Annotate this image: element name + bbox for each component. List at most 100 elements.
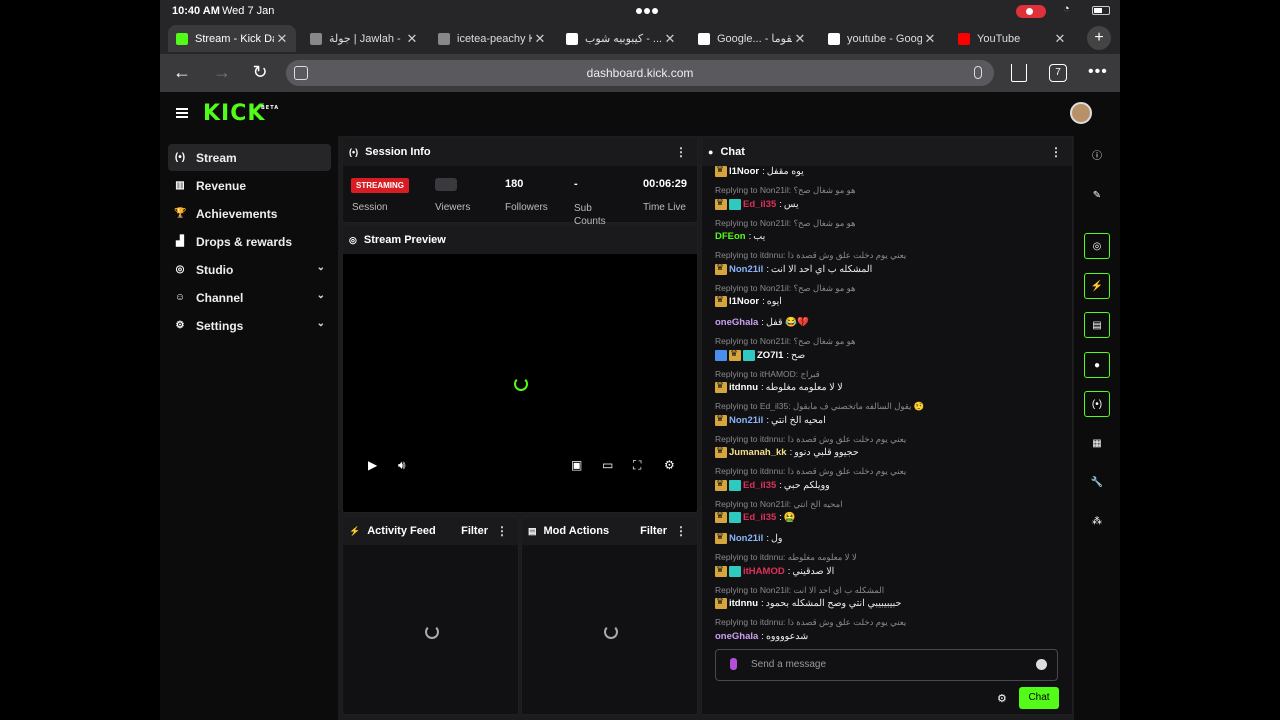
reply-context[interactable]: Replying to itHAMOD: قبراج: [715, 369, 1055, 381]
browser-tab[interactable]: youtube - Google Search✕: [820, 25, 944, 52]
reply-context[interactable]: Replying to Non21il: هو مو شغال صح؟: [715, 185, 1055, 197]
kebab-menu-icon[interactable]: ⋮: [496, 524, 508, 538]
wrench-icon[interactable]: 🔧: [1084, 470, 1110, 496]
sidebar-item-channel[interactable]: ☺ Channel ⌄: [168, 284, 331, 311]
theater-mode-icon[interactable]: ▭: [602, 458, 613, 472]
document-icon[interactable]: ▤: [1084, 312, 1110, 338]
reply-context[interactable]: Replying to Ed_il35: يقول السالفه ماتخصن…: [715, 401, 1055, 413]
browser-tab[interactable]: كيبوبيه شوب - ... ✕: [558, 25, 684, 52]
chat-username[interactable]: Ed_il35: [743, 512, 776, 523]
chevron-down-icon[interactable]: ⌄: [317, 318, 325, 329]
sidebar-item-drops-rewards[interactable]: ▟ Drops & rewards: [168, 228, 331, 255]
pip-icon[interactable]: ▣: [571, 458, 582, 472]
microphone-icon[interactable]: [974, 66, 982, 79]
reply-context[interactable]: Replying to Non21il: امحيه الخ انتي: [715, 499, 1055, 511]
address-bar[interactable]: dashboard.kick.com: [286, 60, 994, 86]
share-icon[interactable]: [1011, 64, 1027, 82]
back-arrow-icon[interactable]: ←: [170, 62, 194, 84]
reply-context[interactable]: Replying to itdnnu: يعني يوم دخلت علق وش…: [715, 617, 1055, 629]
chat-username[interactable]: Ed_il35: [743, 199, 776, 210]
dots-icon[interactable]: ⁂: [1084, 509, 1110, 535]
new-tab-button[interactable]: +: [1087, 26, 1111, 50]
sidebar-item-settings[interactable]: ⚙ Settings ⌄: [168, 312, 331, 339]
close-tab-icon[interactable]: ✕: [1052, 31, 1068, 47]
reply-context[interactable]: Replying to Non21il: هو مو شغال صح؟: [715, 283, 1055, 295]
sidebar-item-studio[interactable]: ◎ Studio ⌄: [168, 256, 331, 283]
mod-filter-button[interactable]: Filter: [640, 525, 667, 537]
reply-context[interactable]: Replying to Non21il: هو مو شغال صح؟: [715, 218, 1055, 230]
settings-gear-icon[interactable]: ⚙: [664, 458, 675, 472]
chat-username[interactable]: itdnnu: [729, 382, 758, 393]
kick-logo[interactable]: KICK BETA: [203, 101, 278, 126]
chat-username[interactable]: itdnnu: [729, 598, 758, 609]
chat-message[interactable]: Replying to itdnnu: يعني يوم دخلت علق وش…: [715, 466, 1055, 492]
reply-context[interactable]: Replying to itdnnu: يعني يوم دخلت علق وش…: [715, 434, 1055, 446]
chat-username[interactable]: itHAMOD: [743, 566, 785, 577]
chat-username[interactable]: ZO7l1: [757, 350, 783, 361]
close-tab-icon[interactable]: ✕: [404, 31, 420, 47]
browser-tab[interactable]: جولة | Jawlah - ✕: [302, 25, 426, 52]
activity-filter-button[interactable]: Filter: [461, 525, 488, 537]
edit-icon[interactable]: ✎: [1084, 183, 1110, 209]
chat-message[interactable]: Replying to Non21il: امحيه الخ انتيEd_il…: [715, 499, 1055, 525]
chat-message[interactable]: Replying to Non21il: المشكله ب اي احد ال…: [715, 585, 1055, 611]
volume-icon[interactable]: 🔊︎: [398, 458, 406, 473]
chat-message[interactable]: Replying to Non21il: هو مو شغال صح؟ ZO7l1…: [715, 336, 1055, 362]
chat-message[interactable]: Replying to Non21il: هو مو شغال صح؟ DFEon…: [715, 218, 1055, 244]
chat-message-input[interactable]: Send a message: [715, 649, 1058, 681]
multitask-dot-icon[interactable]: [644, 8, 650, 14]
microphone-icon[interactable]: [730, 658, 737, 670]
sidebar-item-achievements[interactable]: 🏆 Achievements: [168, 200, 331, 227]
kebab-menu-icon[interactable]: ⋮: [1050, 145, 1062, 159]
fullscreen-icon[interactable]: ⛶: [633, 458, 641, 473]
multitask-dot-icon[interactable]: [652, 8, 658, 14]
browser-tab[interactable]: Google... - نقوما✕: [690, 25, 814, 52]
reply-context[interactable]: Replying to itdnnu: لا لا معلومه مغلوطه: [715, 552, 1055, 564]
chat-username[interactable]: DFEon: [715, 231, 746, 242]
chat-username[interactable]: Ed_il35: [743, 480, 776, 491]
chat-username[interactable]: l1Noor: [729, 166, 759, 177]
reply-context[interactable]: Replying to itdnnu: يعني يوم دخلت علق وش…: [715, 466, 1055, 478]
multitask-dot-icon[interactable]: [636, 8, 642, 14]
preview-icon[interactable]: ◎: [1084, 233, 1110, 259]
chat-send-button[interactable]: Chat: [1019, 687, 1059, 709]
close-tab-icon[interactable]: ✕: [532, 31, 548, 47]
chat-message[interactable]: oneGhala: قفل 😂💔: [715, 315, 1055, 329]
reply-context[interactable]: Replying to Non21il: هو مو شغال صح؟: [715, 336, 1055, 348]
chat-message[interactable]: Replying to Non21il: هو مو شغال صح؟l1Noo…: [715, 283, 1055, 309]
chat-message[interactable]: l1Noor: يوه مقفل: [715, 166, 1055, 178]
sidebar-item-revenue[interactable]: ▥ Revenue: [168, 172, 331, 199]
chat-message[interactable]: Replying to itdnnu: يعني يوم دخلت علق وش…: [715, 434, 1055, 460]
play-icon[interactable]: ▶: [368, 458, 377, 472]
reload-icon[interactable]: ↻: [248, 62, 272, 84]
chat-message[interactable]: Replying to Non21il: هو مو شغال صح؟ Ed_il…: [715, 185, 1055, 211]
tab-count-button[interactable]: 7: [1049, 64, 1067, 82]
chat-username[interactable]: l1Noor: [729, 296, 759, 307]
browser-tab[interactable]: Stream - Kick Dashboard✕: [168, 25, 296, 52]
chat-icon[interactable]: ●: [1084, 352, 1110, 378]
chat-username[interactable]: Non21il: [729, 415, 763, 426]
kebab-menu-icon[interactable]: ⋮: [675, 145, 687, 159]
info-icon[interactable]: ⓘ: [1084, 144, 1110, 170]
site-settings-icon[interactable]: [294, 66, 308, 80]
browser-tab[interactable]: YouTube ✕: [950, 25, 1074, 52]
emoji-icon[interactable]: [1036, 659, 1047, 670]
forward-arrow-icon[interactable]: →: [210, 62, 234, 84]
chat-message[interactable]: Replying to itdnnu: يعني يوم دخلت علق وش…: [715, 250, 1055, 276]
broadcast-icon[interactable]: (•): [1084, 391, 1110, 417]
chat-username[interactable]: Jumanah_kk: [729, 447, 787, 458]
chat-username[interactable]: oneGhala: [715, 317, 758, 328]
sidebar-item-stream[interactable]: (•) Stream: [168, 144, 331, 171]
more-options-icon[interactable]: •••: [1088, 63, 1108, 81]
chevron-down-icon[interactable]: ⌄: [317, 290, 325, 301]
lightning-icon[interactable]: ⚡: [1084, 273, 1110, 299]
chat-message[interactable]: Replying to Ed_il35: يقول السالفه ماتخصن…: [715, 401, 1055, 427]
chat-message[interactable]: Non21il: ول: [715, 531, 1055, 545]
chat-username[interactable]: Non21il: [729, 533, 763, 544]
layout-icon[interactable]: ▦: [1084, 431, 1110, 457]
chat-message[interactable]: Replying to itdnnu: يعني يوم دخلت علق وش…: [715, 617, 1055, 642]
close-tab-icon[interactable]: ✕: [922, 31, 938, 47]
close-tab-icon[interactable]: ✕: [662, 31, 678, 47]
chat-settings-icon[interactable]: ⚙: [997, 692, 1007, 705]
reply-context[interactable]: Replying to Non21il: المشكله ب اي احد ال…: [715, 585, 1055, 597]
